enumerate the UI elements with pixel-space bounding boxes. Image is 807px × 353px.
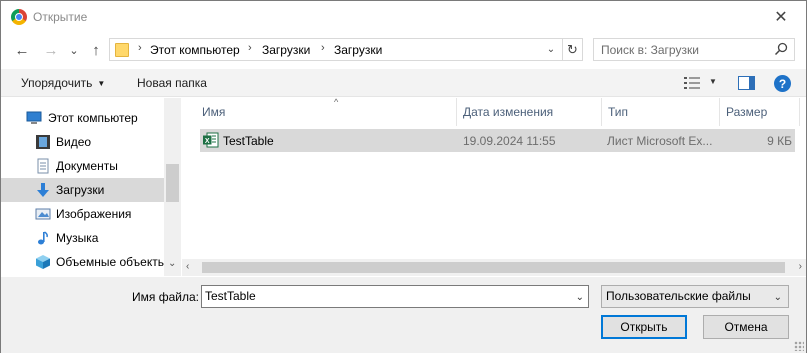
breadcrumb-separator-icon: › (321, 42, 325, 54)
breadcrumb-separator-icon: › (248, 42, 252, 54)
title-bar: Открытие ✕ (1, 1, 806, 33)
sidebar-item-label: Изображения (56, 207, 132, 221)
column-header-date[interactable]: Дата изменения (457, 98, 602, 126)
search-placeholder: Поиск в: Загрузки (601, 43, 699, 57)
column-header-label: Тип (608, 105, 629, 119)
svg-text:X: X (205, 138, 210, 145)
column-header-label: Имя (202, 105, 226, 119)
chevron-down-icon: ⌄ (69, 44, 79, 57)
open-file-dialog: Открытие ✕ ← → ⌄ ↑ › Этот компьютер › За… (0, 0, 807, 353)
open-button[interactable]: Открыть (601, 315, 687, 339)
chevron-down-icon: ⌄ (546, 44, 556, 55)
filename-field[interactable]: TestTable ⌄ (201, 285, 589, 308)
horizontal-scrollbar[interactable]: ‹ › (182, 259, 806, 276)
file-size: 9 КБ (767, 134, 792, 148)
filetype-select[interactable]: Пользовательские файлы ⌄ (601, 285, 789, 308)
up-button[interactable]: ↑ (85, 39, 107, 61)
downloads-icon (37, 183, 49, 197)
pictures-icon (35, 208, 51, 220)
sidebar-scroll-thumb[interactable] (166, 164, 179, 202)
file-type: Лист Microsoft Ex... (607, 134, 713, 148)
address-bar[interactable]: › Этот компьютер › Загрузки › Загрузки ⌄… (109, 38, 583, 61)
chevron-down-icon[interactable]: ⌄ (576, 287, 584, 308)
search-icon (774, 42, 788, 56)
sidebar-item-label: Видео (56, 135, 92, 149)
sidebar-item-music[interactable]: Музыка (1, 226, 164, 250)
sidebar-item-label: Этот компьютер (48, 111, 138, 125)
forward-arrow-icon: → (43, 41, 59, 59)
sidebar-item-label: Документы (56, 159, 118, 173)
filetype-value: Пользовательские файлы (606, 289, 751, 303)
scroll-left-icon[interactable]: ‹ (186, 261, 189, 272)
caret-down-icon: ▼ (97, 79, 106, 88)
computer-icon (26, 111, 42, 124)
column-header-label: Размер (726, 105, 768, 119)
column-header-name[interactable]: Имя ^ (196, 97, 457, 126)
refresh-icon: ↻ (567, 41, 578, 57)
resize-grip-icon[interactable] (794, 341, 804, 351)
close-button[interactable]: ✕ (758, 1, 804, 32)
scroll-right-icon[interactable]: › (799, 261, 802, 272)
chrome-icon (11, 9, 27, 25)
sidebar-item-label: Загрузки (56, 183, 105, 197)
horizontal-scroll-thumb[interactable] (202, 262, 785, 273)
sidebar-item-this-pc[interactable]: Этот компьютер (1, 106, 164, 130)
sidebar-item-3d-objects[interactable]: Объемные объекть (1, 250, 164, 274)
search-input[interactable]: Поиск в: Загрузки (593, 38, 795, 61)
organize-menu[interactable]: Упорядочить ▼ (21, 76, 105, 90)
breadcrumb-downloads-current[interactable]: Загрузки (334, 43, 382, 57)
breadcrumb-separator-icon: › (138, 42, 142, 54)
back-arrow-icon: ← (14, 41, 30, 59)
organize-label: Упорядочить (21, 76, 93, 90)
sidebar-scrollbar[interactable]: ⌄ (164, 98, 181, 276)
breadcrumb-downloads[interactable]: Загрузки (262, 43, 310, 57)
excel-file-icon: X (203, 132, 219, 148)
refresh-button[interactable]: ↻ (562, 39, 582, 60)
sort-ascending-icon: ^ (334, 97, 339, 107)
command-bar: Упорядочить ▼ Новая папка ▼ ? (1, 69, 806, 97)
column-header-label: Дата изменения (463, 105, 554, 119)
navigation-pane: Этот компьютер Видео Документы Загрузки … (1, 98, 181, 276)
column-header-type[interactable]: Тип (602, 98, 720, 126)
file-list: Имя ^ Дата изменения Тип Размер X TestTa… (182, 97, 806, 276)
column-header-size[interactable]: Размер (720, 98, 800, 126)
filename-value: TestTable (205, 289, 256, 303)
view-options-icon[interactable] (684, 76, 700, 90)
preview-pane-icon[interactable] (738, 76, 755, 90)
sidebar-item-documents[interactable]: Документы (1, 154, 164, 178)
breadcrumb-this-pc[interactable]: Этот компьютер (150, 43, 240, 57)
file-name: TestTable (223, 134, 274, 148)
sidebar-item-video[interactable]: Видео (1, 130, 164, 154)
address-history-button[interactable]: ⌄ (542, 40, 560, 59)
folder-icon (115, 43, 129, 57)
dialog-title: Открытие (33, 10, 88, 24)
sidebar-item-pictures[interactable]: Изображения (1, 202, 164, 226)
file-modified: 19.09.2024 11:55 (463, 134, 556, 148)
3d-objects-icon (36, 255, 50, 269)
back-button[interactable]: ← (11, 39, 33, 61)
view-caret-icon[interactable]: ▼ (709, 77, 717, 86)
video-icon (36, 135, 50, 149)
filename-label: Имя файла: (132, 290, 199, 304)
table-row[interactable]: X TestTable 19.09.2024 11:55 Лист Micros… (200, 129, 795, 152)
sidebar-item-label: Музыка (56, 231, 99, 245)
help-icon[interactable]: ? (774, 75, 791, 92)
close-icon: ✕ (774, 8, 788, 26)
forward-button[interactable]: → (40, 39, 62, 61)
chevron-down-icon: ⌄ (773, 292, 782, 303)
sidebar-item-downloads[interactable]: Загрузки (1, 178, 164, 202)
cancel-button[interactable]: Отмена (703, 315, 789, 339)
sidebar-item-label: Объемные объекть (56, 255, 164, 269)
up-arrow-icon: ↑ (92, 41, 100, 59)
recent-locations-button[interactable]: ⌄ (63, 39, 85, 61)
chevron-down-icon[interactable]: ⌄ (168, 258, 176, 269)
dialog-footer: Имя файла: TestTable ⌄ Пользовательские … (1, 277, 806, 353)
new-folder-button[interactable]: Новая папка (137, 76, 207, 90)
documents-icon (37, 158, 49, 174)
music-icon (38, 231, 48, 245)
